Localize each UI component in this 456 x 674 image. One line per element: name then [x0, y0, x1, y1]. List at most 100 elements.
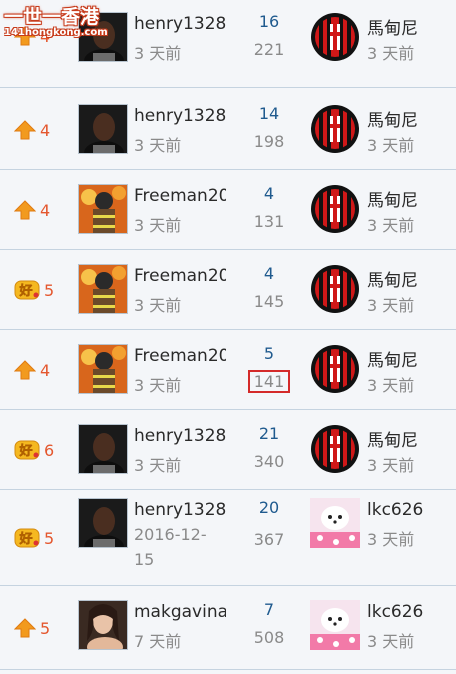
good-badge-icon: 好: [14, 440, 40, 460]
rating: 好 5: [14, 280, 54, 300]
view-count-value: 131: [253, 212, 285, 231]
view-count: 221: [240, 40, 298, 59]
posted-time: 3 天前: [134, 44, 182, 63]
reply-count: 4: [263, 184, 275, 203]
last-poster-avatar[interactable]: [310, 424, 360, 474]
rating-value: 5: [44, 528, 55, 548]
last-poster-avatar[interactable]: [310, 498, 360, 548]
author-name[interactable]: henry1328: [134, 106, 226, 126]
thread-row[interactable]: 4 henry1328 3 天前 14 198 馬甸尼 3 天前: [0, 90, 456, 170]
last-poster-name[interactable]: 馬甸尼: [367, 426, 418, 451]
up-arrow-icon: [14, 360, 36, 380]
author-name[interactable]: Freeman20: [134, 266, 226, 286]
view-count: 141: [240, 370, 298, 393]
rating-value: 5: [40, 618, 51, 638]
watermark-url: 141hongkong.com: [4, 27, 108, 38]
posted-time: 7 天前: [134, 632, 182, 651]
reply-count: 5: [263, 344, 275, 363]
thread-row[interactable]: 好 5 henry1328 2016-12-15 20 367 lkc626 3…: [0, 490, 456, 586]
last-poster-avatar[interactable]: [310, 104, 360, 154]
rating-value: 4: [40, 120, 51, 140]
author-avatar[interactable]: [78, 344, 128, 394]
svg-text:好: 好: [18, 443, 32, 459]
thread-row[interactable]: 4 Freeman20 3 天前 5 141 馬甸尼 3 天前: [0, 330, 456, 410]
last-poster-name[interactable]: 馬甸尼: [367, 186, 418, 211]
last-poster-name[interactable]: lkc626: [367, 602, 423, 622]
rating: 4: [14, 360, 50, 380]
last-post-time: 3 天前: [367, 530, 415, 549]
view-count-value: 141: [247, 370, 291, 393]
thread-row[interactable]: 好 5 Freeman20 3 天前 4 145 馬甸尼 3 天前: [0, 250, 456, 330]
good-badge-icon: 好: [14, 528, 40, 548]
posted-time: 3 天前: [134, 216, 182, 235]
last-poster-name[interactable]: 馬甸尼: [367, 14, 418, 39]
author-avatar[interactable]: [78, 424, 128, 474]
last-post-time: 3 天前: [367, 216, 415, 235]
view-count: 131: [240, 212, 298, 231]
reply-count: 16: [258, 12, 280, 31]
posted-time: 3 天前: [134, 456, 182, 475]
author-name[interactable]: henry1328: [134, 14, 226, 34]
reply-count: 4: [263, 264, 275, 283]
rating-value: 5: [44, 280, 55, 300]
reply-count: 21: [258, 424, 280, 443]
thread-list: 4 henry1328 3 天前 16 221 馬甸尼 3 天前 4 henry…: [0, 0, 456, 674]
author-name[interactable]: makgavina: [134, 602, 226, 622]
last-post-time: 3 天前: [367, 632, 415, 651]
watermark-title: 一世一香港: [4, 6, 100, 28]
view-count: 508: [240, 628, 298, 647]
view-count-value: 508: [253, 628, 285, 647]
rating-value: 4: [40, 200, 51, 220]
last-poster-name[interactable]: 馬甸尼: [367, 266, 418, 291]
rating: 4: [14, 120, 50, 140]
rating: 5: [14, 618, 50, 638]
last-poster-avatar[interactable]: [310, 600, 360, 650]
last-post-time: 3 天前: [367, 456, 415, 475]
last-poster-avatar[interactable]: [310, 184, 360, 234]
svg-text:好: 好: [18, 531, 32, 547]
up-arrow-icon: [14, 120, 36, 140]
posted-time: 3 天前: [134, 376, 182, 395]
author-name[interactable]: Freeman20: [134, 346, 226, 366]
up-arrow-icon: [14, 200, 36, 220]
up-arrow-icon: [14, 618, 36, 638]
rating: 好 5: [14, 528, 54, 548]
view-count: 367: [240, 530, 298, 549]
thread-row[interactable]: 4 Freeman20 3 天前 4 131 馬甸尼 3 天前: [0, 170, 456, 250]
view-count: 198: [240, 132, 298, 151]
thread-row[interactable]: 5 makgavina 7 天前 7 508 lkc626 3 天前: [0, 586, 456, 670]
posted-time: 3 天前: [134, 136, 182, 155]
author-avatar[interactable]: [78, 498, 128, 548]
last-poster-avatar[interactable]: [310, 264, 360, 314]
view-count-value: 367: [253, 530, 285, 549]
last-poster-name[interactable]: 馬甸尼: [367, 346, 418, 371]
svg-text:好: 好: [18, 283, 32, 299]
reply-count: 14: [258, 104, 280, 123]
rating: 好 6: [14, 440, 54, 460]
last-post-time: 3 天前: [367, 296, 415, 315]
author-name[interactable]: henry1328: [134, 500, 226, 520]
last-poster-avatar[interactable]: [310, 344, 360, 394]
reply-count: 20: [258, 498, 280, 517]
view-count-value: 340: [253, 452, 285, 471]
last-poster-avatar[interactable]: [310, 12, 360, 62]
last-post-time: 3 天前: [367, 136, 415, 155]
view-count-value: 198: [253, 132, 285, 151]
author-name[interactable]: henry1328: [134, 426, 226, 446]
author-avatar[interactable]: [78, 184, 128, 234]
author-avatar[interactable]: [78, 104, 128, 154]
view-count-value: 221: [253, 40, 285, 59]
author-avatar[interactable]: [78, 264, 128, 314]
last-poster-name[interactable]: 馬甸尼: [367, 106, 418, 131]
reply-count: 7: [263, 600, 275, 619]
view-count: 145: [240, 292, 298, 311]
good-badge-icon: 好: [14, 280, 40, 300]
last-poster-name[interactable]: lkc626: [367, 500, 423, 520]
site-watermark: 一世一香港 141hongkong.com: [0, 0, 128, 42]
thread-row[interactable]: 好 6 henry1328 3 天前 21 340 馬甸尼 3 天前: [0, 410, 456, 490]
author-name[interactable]: Freeman20: [134, 186, 226, 206]
view-count-value: 145: [253, 292, 285, 311]
view-count: 340: [240, 452, 298, 471]
author-avatar[interactable]: [78, 600, 128, 650]
last-post-time: 3 天前: [367, 44, 415, 63]
